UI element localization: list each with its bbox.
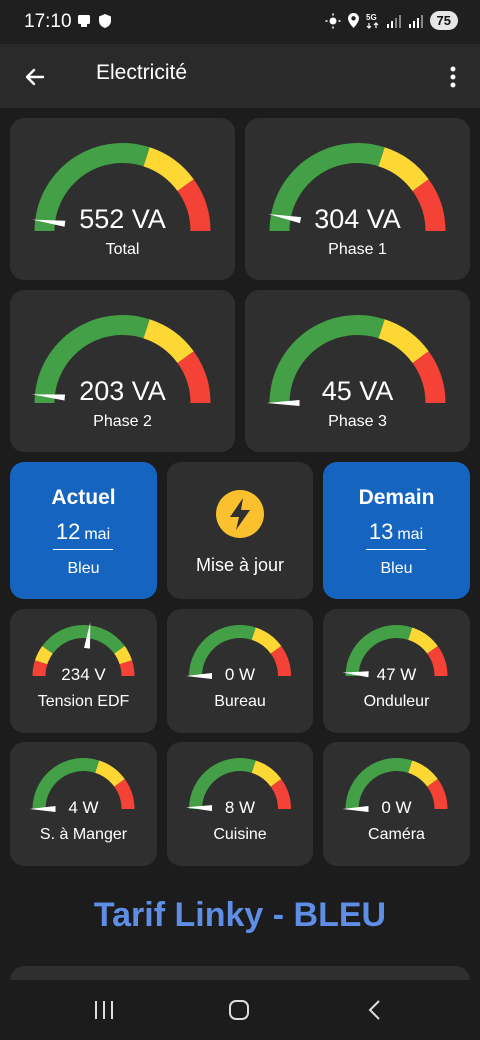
gauge-label: Phase 2: [93, 413, 152, 430]
back-button[interactable]: [16, 58, 54, 96]
gauge-value: 234 V: [61, 665, 106, 684]
gauge-label: Phase 3: [328, 413, 387, 430]
gauge-value: 8 W: [224, 798, 256, 817]
month: mai: [397, 526, 424, 543]
gauge-label: Phase 1: [328, 241, 387, 258]
gauge-band-yellow: [378, 319, 429, 364]
gauge-card-camera[interactable]: 0 W Caméra: [323, 742, 470, 866]
status-bar: 17:10 5G 75: [0, 0, 480, 44]
svg-text:5G: 5G: [366, 13, 377, 22]
brightness-icon: [325, 13, 341, 28]
gauge-card-total[interactable]: 552 VA Total: [10, 118, 235, 280]
gauge-value: 203 VA: [79, 376, 166, 406]
gauge-card-phase-1[interactable]: 304 VA Phase 1: [245, 118, 470, 280]
arrow-left-icon: [25, 68, 45, 86]
gauge-card-phase-2[interactable]: 203 VA Phase 2: [10, 290, 235, 452]
gauge-card-salle-a-manger[interactable]: 4 W S. à Manger: [10, 742, 157, 866]
update-label: Mise à jour: [195, 555, 285, 575]
day-number: 13: [368, 519, 394, 544]
gauge-label: Onduleur: [363, 693, 430, 710]
gauge-label: Total: [105, 241, 140, 258]
shield-icon: [99, 14, 111, 28]
recent-apps-icon: [95, 1001, 113, 1019]
gauge-value: 304 VA: [314, 204, 401, 234]
gauge-card-cuisine[interactable]: 8 W Cuisine: [167, 742, 313, 866]
tempo-tomorrow-card[interactable]: Demain 13 mai Bleu: [323, 462, 470, 599]
home-icon: [229, 1000, 249, 1020]
device-icon: [78, 15, 90, 27]
update-button[interactable]: Mise à jour: [167, 462, 313, 599]
gauge-label: Caméra: [368, 826, 425, 843]
gauge-band-yellow: [378, 147, 429, 192]
tempo-today-card[interactable]: Actuel 12 mai Bleu: [10, 462, 157, 599]
gauge-value: 0 W: [224, 665, 256, 684]
day-number: 12: [55, 519, 81, 544]
gauge-label: S. à Manger: [39, 826, 128, 843]
tempo-tomorrow-color: Bleu: [380, 560, 413, 577]
gauge-value: 47 W: [376, 665, 417, 684]
gauge-band-green: [42, 625, 125, 654]
recent-apps-button[interactable]: [84, 996, 124, 1024]
gauge-band-yellow: [143, 319, 194, 364]
tarif-title: Tarif Linky - BLEU: [93, 896, 387, 934]
gauge-value: 45 VA: [321, 376, 394, 406]
month: mai: [84, 526, 111, 543]
signal-icon: [386, 14, 401, 28]
gauge-card-bureau[interactable]: 0 W Bureau: [167, 609, 313, 733]
tempo-tomorrow-title: Demain: [358, 486, 435, 509]
page-title: Electricité: [96, 61, 188, 84]
tempo-today-title: Actuel: [51, 486, 116, 509]
lightning-bolt-icon: [216, 490, 264, 538]
gauge-label: Tension EDF: [37, 693, 130, 710]
system-back-button[interactable]: [354, 996, 394, 1024]
tempo-tomorrow-date: 13 mai: [366, 519, 426, 550]
gauge-label: Bureau: [214, 693, 266, 710]
gauge-value: 0 W: [381, 798, 412, 817]
navigation-bar: [0, 980, 480, 1040]
more-menu-button[interactable]: [444, 60, 462, 94]
battery-level: 75: [429, 11, 458, 30]
gauge-value: 552 VA: [79, 204, 166, 234]
back-chevron-icon: [368, 1000, 380, 1020]
gauge-card-tension-edf[interactable]: 234 V Tension EDF: [10, 609, 157, 733]
gauge-card-onduleur[interactable]: 47 W Onduleur: [323, 609, 470, 733]
gauge-band-yellow: [143, 147, 194, 192]
gauge-label: Cuisine: [213, 826, 267, 843]
more-vertical-icon: [450, 66, 456, 88]
gauge-card-phase-3[interactable]: 45 VA Phase 3: [245, 290, 470, 452]
gauge-value: 4 W: [68, 798, 99, 817]
tempo-today-date: 12 mai: [53, 519, 113, 550]
signal-icon: [408, 14, 423, 28]
home-button[interactable]: [219, 996, 259, 1024]
app-bar: Electricité: [0, 44, 480, 108]
tempo-today-color: Bleu: [67, 560, 100, 577]
status-time: 17:10: [24, 11, 72, 32]
5g-icon: 5G: [366, 13, 378, 29]
location-icon: [347, 13, 359, 28]
